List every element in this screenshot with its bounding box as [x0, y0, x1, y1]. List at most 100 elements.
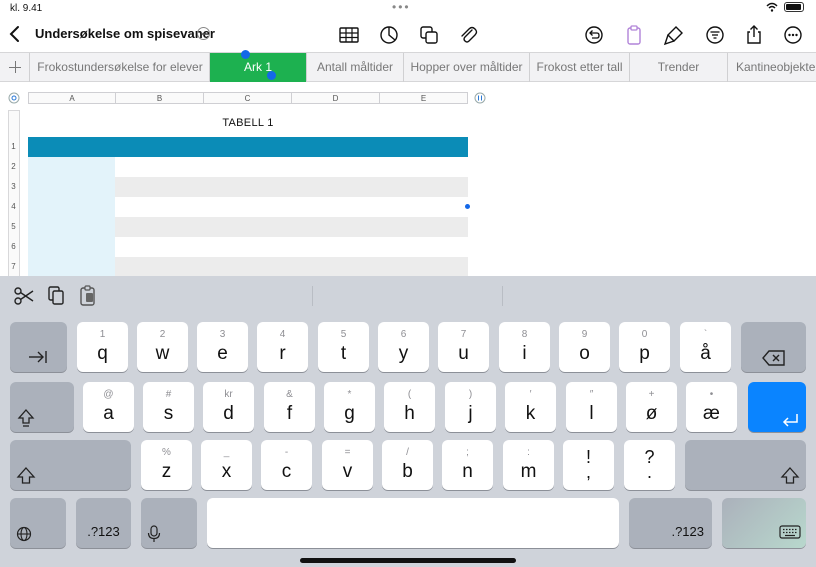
dismiss-keyboard-key[interactable] — [722, 498, 806, 548]
title-chevron-down-icon[interactable] — [197, 27, 210, 40]
table-title[interactable]: TABELL 1 — [28, 117, 468, 129]
tab-ark-1[interactable]: Ark 1 — [210, 53, 307, 82]
key-h[interactable]: (h — [384, 382, 435, 432]
key-q[interactable]: 1q — [77, 322, 128, 372]
tab-frokost-etter-tall[interactable]: Frokost etter tall — [530, 53, 630, 82]
key-comma[interactable]: !, — [563, 440, 614, 490]
key-ae[interactable]: • æ — [686, 382, 737, 432]
key-r[interactable]: 4r — [257, 322, 308, 372]
cut-icon[interactable] — [13, 286, 35, 306]
key-a[interactable]: @ a — [83, 382, 134, 432]
home-indicator[interactable] — [300, 558, 516, 563]
numbers-right-key[interactable]: .?123 — [629, 498, 712, 548]
organize-icon[interactable] — [704, 24, 726, 46]
add-sheet-button[interactable] — [0, 53, 30, 82]
key-f[interactable]: & f — [264, 382, 315, 432]
table-select-handle-icon[interactable] — [8, 92, 20, 104]
shapes-icon[interactable] — [418, 24, 440, 46]
body-row-3[interactable] — [115, 177, 468, 197]
row-header-6[interactable]: 6 — [8, 237, 20, 257]
tab-trender[interactable]: Trender — [630, 53, 728, 82]
more-icon[interactable] — [782, 24, 804, 46]
selection-handle-start[interactable] — [241, 50, 250, 59]
back-chevron-icon[interactable] — [6, 23, 24, 45]
key-label: g — [344, 403, 355, 424]
shift-right-key[interactable] — [685, 440, 806, 490]
key-period[interactable]: ?. — [624, 440, 675, 490]
tab-kantineobjekter[interactable]: Kantineobjekter — [728, 53, 816, 82]
paste-icon[interactable] — [78, 285, 98, 307]
column-header-b[interactable]: B — [115, 92, 204, 104]
body-row-5[interactable] — [115, 217, 468, 237]
key-k[interactable]: ′ k — [505, 382, 556, 432]
key-u[interactable]: 7u — [438, 322, 489, 372]
undo-icon[interactable] — [583, 24, 605, 46]
add-column-handle-icon[interactable] — [474, 92, 486, 104]
shift-left-key[interactable] — [10, 440, 131, 490]
copy-icon[interactable] — [46, 285, 66, 307]
body-row-6[interactable] — [115, 237, 468, 257]
key-x[interactable]: _ x — [201, 440, 252, 490]
key-p[interactable]: 0p — [619, 322, 670, 372]
key-aa[interactable]: ` å — [680, 322, 731, 372]
key-o[interactable]: 9o — [559, 322, 610, 372]
column-header-d[interactable]: D — [291, 92, 380, 104]
key-hint: & — [286, 389, 293, 400]
tab-antall-maltider[interactable]: Antall måltider — [307, 53, 404, 82]
body-row-4[interactable] — [115, 197, 468, 217]
column-header-a[interactable]: A — [28, 92, 116, 104]
tab-hopper-over-maltider[interactable]: Hopper over måltider — [404, 53, 530, 82]
row-header-1[interactable]: 1 — [8, 137, 20, 157]
body-row-7[interactable] — [115, 257, 468, 276]
shift-icon — [16, 467, 36, 484]
row-header-5[interactable]: 5 — [8, 217, 20, 237]
format-brush-icon[interactable] — [663, 24, 685, 46]
key-v[interactable]: = v — [322, 440, 373, 490]
tab-frokostundersokelse[interactable]: Frokostundersøkelse for elever — [31, 53, 210, 82]
key-m[interactable]: :m — [503, 440, 554, 490]
battery-icon — [784, 2, 804, 12]
key-l[interactable]: ″ l — [566, 382, 617, 432]
numbers-left-key[interactable]: .?123 — [76, 498, 131, 548]
key-d[interactable]: kr d — [203, 382, 254, 432]
header-row[interactable] — [28, 137, 468, 157]
globe-key[interactable] — [10, 498, 66, 548]
backspace-key[interactable] — [741, 322, 806, 372]
key-j[interactable]: ) j — [445, 382, 496, 432]
key-g[interactable]: * g — [324, 382, 375, 432]
key-n[interactable]: ; n — [442, 440, 493, 490]
return-key[interactable] — [748, 382, 806, 432]
column-header-e[interactable]: E — [379, 92, 468, 104]
tab-key[interactable] — [10, 322, 67, 372]
share-icon[interactable] — [743, 24, 765, 46]
key-t[interactable]: 5t — [318, 322, 369, 372]
row-header-4[interactable]: 4 — [8, 197, 20, 217]
key-e[interactable]: 3e — [197, 322, 248, 372]
key-oe[interactable]: + ø — [626, 382, 677, 432]
key-s[interactable]: # s — [143, 382, 194, 432]
key-z[interactable]: % z — [141, 440, 192, 490]
key-w[interactable]: 2w — [137, 322, 188, 372]
header-column[interactable] — [28, 157, 115, 276]
key-y[interactable]: 6y — [378, 322, 429, 372]
clipboard-icon[interactable] — [623, 24, 645, 46]
key-c[interactable]: -c — [261, 440, 312, 490]
key-hint: 6 — [400, 329, 407, 340]
paperclip-icon[interactable] — [457, 24, 479, 46]
row-header-7[interactable]: 7 — [8, 257, 20, 276]
chart-icon[interactable] — [378, 24, 400, 46]
multitasking-dots-icon[interactable]: ••• — [392, 0, 411, 14]
row-resize-handle[interactable] — [465, 204, 470, 209]
dictation-key[interactable] — [141, 498, 197, 548]
key-i[interactable]: 8i — [499, 322, 550, 372]
body-row-2[interactable] — [115, 157, 468, 177]
column-header-c[interactable]: C — [203, 92, 292, 104]
row-header-2[interactable]: 2 — [8, 157, 20, 177]
key-b[interactable]: / b — [382, 440, 433, 490]
row-header-3[interactable]: 3 — [8, 177, 20, 197]
table-icon[interactable] — [338, 24, 360, 46]
selection-handle-end[interactable] — [267, 71, 276, 80]
caps-lock-key[interactable] — [10, 382, 74, 432]
space-key[interactable] — [207, 498, 619, 548]
document-title[interactable]: Undersøkelse om spisevaner — [35, 26, 215, 41]
